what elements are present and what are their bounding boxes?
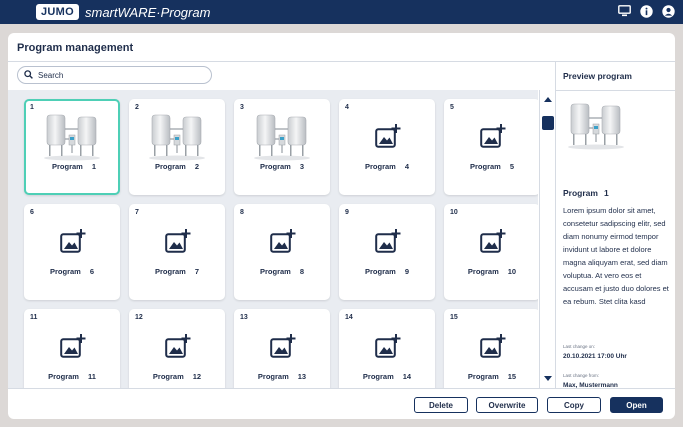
tile-number: 1 [30,104,34,111]
add-image-icon[interactable] [60,228,86,254]
add-image-icon[interactable] [375,228,401,254]
info-icon[interactable] [639,4,653,18]
program-tile[interactable]: 6 Program 6 [24,204,120,300]
preview-description: Lorem ipsum dolor sit amet, consetetur s… [563,206,669,306]
program-management-panel: Program management 1Program12Program23Pr… [8,33,675,419]
tile-label: Program 10 [467,267,517,276]
add-image-icon[interactable] [270,228,296,254]
tile-label: Program 15 [467,372,517,381]
program-tile[interactable]: 9 Program 9 [339,204,435,300]
program-tile[interactable]: 1 Program 1 [24,99,120,195]
overwrite-button[interactable]: Overwrite [476,397,538,413]
tile-number: 10 [450,209,458,216]
scroll-up-arrow-icon[interactable] [544,97,552,102]
program-tile[interactable]: 12 Program 12 [129,309,225,388]
page-title: Program management [17,42,134,54]
tile-label: Program 5 [469,162,514,171]
tile-label: Program 12 [152,372,202,381]
tile-label: Program 3 [259,162,304,171]
program-tile[interactable]: 5 Program 5 [444,99,538,195]
preview-pane: Preview program Program 1 Lorem ipsum dol… [555,62,675,389]
tile-number: 15 [450,314,458,321]
tank-image [254,114,310,161]
program-tile[interactable]: 2 Program 2 [129,99,225,195]
search-icon [24,66,33,84]
tile-label: Program 6 [49,267,94,276]
last-change-on-label: Last change on: [563,344,596,349]
tile-number: 13 [240,314,248,321]
search-box[interactable] [17,66,212,84]
program-tile[interactable]: 3 Program 3 [234,99,330,195]
tile-number: 12 [135,314,143,321]
tile-number: 14 [345,314,353,321]
add-image-icon[interactable] [480,228,506,254]
add-image-icon[interactable] [270,333,296,359]
monitor-icon[interactable] [617,4,631,18]
tile-number: 9 [345,209,349,216]
add-image-icon[interactable] [480,333,506,359]
tile-label: Program 11 [48,372,96,381]
top-bar: JUMO smartWARE·Program [0,0,683,24]
user-icon[interactable] [661,4,675,18]
last-change-on-value: 20.10.2021 17:00 Uhr [563,353,627,360]
tile-number: 3 [240,104,244,111]
add-image-icon[interactable] [165,333,191,359]
scroll-down-arrow-icon[interactable] [544,376,552,381]
program-tile[interactable]: 15 Program 15 [444,309,538,388]
preview-title: Preview program [563,71,632,81]
add-image-icon[interactable] [480,123,506,149]
jumo-logo: JUMO [36,4,79,20]
preview-tank-image [568,103,624,150]
program-tile[interactable]: 7 Program 7 [129,204,225,300]
program-grid: 1 Program 1 2 Program 2 3 Program 3 4 Program 4 5 Pro… [8,90,538,388]
grid-scrollbar[interactable] [539,90,555,388]
tile-number: 11 [30,314,38,321]
tile-label: Program 14 [362,372,412,381]
app-title: smartWARE·Program [84,4,211,20]
search-input[interactable] [38,70,198,80]
scroll-thumb[interactable] [542,116,554,130]
tile-number: 6 [30,209,34,216]
tile-number: 5 [450,104,454,111]
copy-button[interactable]: Copy [547,397,601,413]
tile-label: Program 7 [154,267,199,276]
tile-label: Program 1 [51,162,96,171]
open-button[interactable]: Open [610,397,663,413]
preview-program-name: Program 1 [563,188,609,198]
footer-divider [8,388,675,389]
program-tile[interactable]: 4 Program 4 [339,99,435,195]
add-image-icon[interactable] [375,123,401,149]
add-image-icon[interactable] [375,333,401,359]
last-change-from-label: Last change from: [563,373,600,378]
tile-number: 4 [345,104,349,111]
tile-number: 7 [135,209,139,216]
tile-label: Program 2 [154,162,199,171]
tile-label: Program 9 [364,267,409,276]
preview-divider [556,90,675,91]
add-image-icon[interactable] [165,228,191,254]
delete-button[interactable]: Delete [414,397,468,413]
tile-label: Program 13 [257,372,307,381]
program-tile[interactable]: 14 Program 14 [339,309,435,388]
tank-image [149,114,205,161]
tile-label: Program 4 [364,162,409,171]
add-image-icon[interactable] [60,333,86,359]
tile-label: Program 8 [259,267,304,276]
program-tile[interactable]: 11 Program 11 [24,309,120,388]
program-tile[interactable]: 8 Program 8 [234,204,330,300]
tank-image [44,114,100,161]
tile-number: 8 [240,209,244,216]
tile-number: 2 [135,104,139,111]
program-tile[interactable]: 10 Program 10 [444,204,538,300]
program-tile[interactable]: 13 Program 13 [234,309,330,388]
